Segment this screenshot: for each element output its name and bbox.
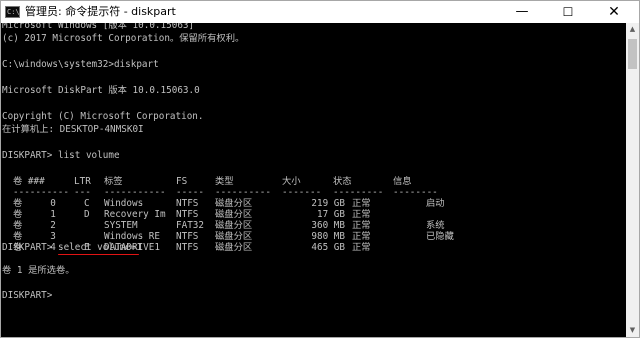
scroll-thumb[interactable] <box>628 39 637 69</box>
console-line: Microsoft Windows [版本 10.0.15063] <box>2 23 195 31</box>
console-line: 卷 1 是所选卷。 <box>2 265 75 276</box>
volume-status: 正常 <box>352 242 371 253</box>
volume-info: 启动 <box>426 198 445 209</box>
volume-type: 磁盘分区 <box>215 242 253 253</box>
console-line: Microsoft DiskPart 版本 10.0.15063.0 <box>2 85 200 96</box>
console-line: 在计算机上: DESKTOP-4NMSK0I <box>2 124 144 135</box>
volume-fs: NTFS <box>176 242 199 253</box>
volume-letter: D <box>84 209 90 220</box>
maximize-button[interactable]: ☐ <box>545 1 591 23</box>
console-line: Copyright (C) Microsoft Corporation. <box>2 111 204 122</box>
prompt: DISKPART> <box>2 242 58 253</box>
console-line: DISKPART> list volume <box>2 150 120 161</box>
vertical-scrollbar[interactable]: ▲ ▼ <box>626 23 639 337</box>
scroll-down-arrow-icon[interactable]: ▼ <box>626 324 639 337</box>
console-window: C:\ 管理员: 命令提示符 - diskpart — ☐ ✕ Microsof… <box>0 0 640 338</box>
highlight-underline <box>58 254 139 255</box>
console-line: (c) 2017 Microsoft Corporation。保留所有权利。 <box>2 33 245 44</box>
select-command: select volume=1 <box>57 242 142 253</box>
title-bar[interactable]: C:\ 管理员: 命令提示符 - diskpart — ☐ ✕ <box>1 1 639 23</box>
console-output[interactable]: Microsoft Windows [版本 10.0.15063] (c) 20… <box>1 23 627 337</box>
close-button[interactable]: ✕ <box>591 1 637 23</box>
window-title: 管理员: 命令提示符 - diskpart <box>25 5 176 18</box>
console-line: C:\windows\system32>diskpart <box>2 59 159 70</box>
minimize-button[interactable]: — <box>499 1 545 23</box>
volume-size: 465 GB <box>311 242 345 253</box>
volume-info: 已隐藏 <box>426 231 454 242</box>
cmd-icon: C:\ <box>5 6 20 18</box>
console-prompt-line[interactable]: DISKPART> <box>2 289 52 302</box>
scroll-up-arrow-icon[interactable]: ▲ <box>626 23 639 36</box>
select-command-line: DISKPART> select volume=1 <box>2 241 142 254</box>
